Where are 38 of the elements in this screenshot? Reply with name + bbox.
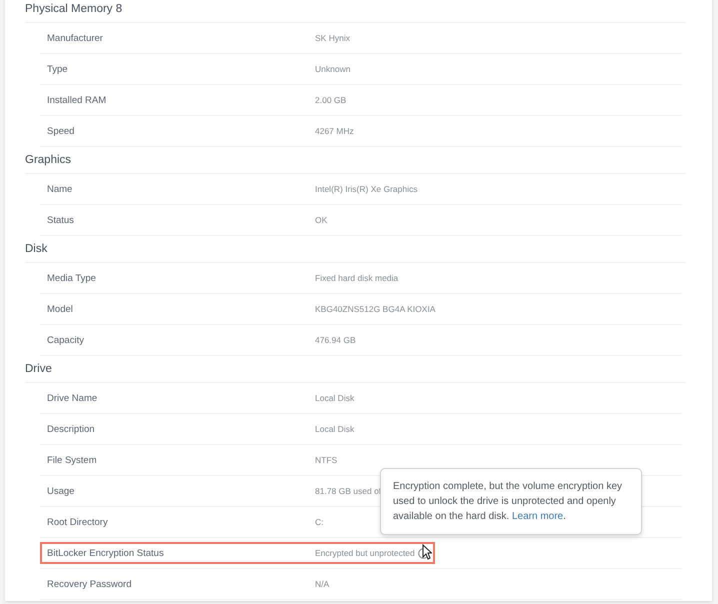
property-label: Status xyxy=(47,214,75,226)
property-label: BitLocker Encryption Status xyxy=(47,548,165,558)
section-title: Graphics xyxy=(25,154,72,166)
property-value: 476.94 GB xyxy=(315,335,356,345)
section-title: Drive xyxy=(25,363,52,375)
property-label: Name xyxy=(47,184,74,194)
property-value: NTFS xyxy=(315,455,338,465)
property-value: Fixed hard disk media xyxy=(315,273,398,283)
property-value: KBG40ZNS512G BG4A KIOXIA xyxy=(315,304,436,314)
property-label: Type xyxy=(47,64,69,74)
property-label: Capacity xyxy=(47,334,85,346)
learn-more-link[interactable]: Learn more xyxy=(512,511,564,522)
property-value: Local Disk xyxy=(315,424,354,434)
property-label: Drive Name xyxy=(47,392,98,404)
property-label: Manufacturer xyxy=(47,32,104,44)
property-label: Model xyxy=(47,304,74,314)
property-value: Encrypted but unprotected xyxy=(315,548,415,558)
property-value: C: xyxy=(315,517,324,527)
cursor-icon xyxy=(422,544,432,560)
property-value: SK Hynix xyxy=(315,33,350,43)
property-value: N/A xyxy=(315,579,330,589)
property-label: Installed RAM xyxy=(47,94,108,106)
property-label: Description xyxy=(47,424,96,434)
property-label: Speed xyxy=(47,126,76,136)
property-value: OK xyxy=(315,215,328,225)
tooltip-text: Encryption complete, but the volume encryption key used to unlock the drive is unprotected and openly available on the hard disk. Learn more. xyxy=(393,480,624,524)
property-value: 4267 MHz xyxy=(315,126,354,136)
property-value: 2.00 GB xyxy=(315,95,346,105)
property-label: Root Directory xyxy=(47,516,109,528)
property-label: Recovery Password xyxy=(47,578,132,590)
section-title: Disk xyxy=(25,243,48,255)
property-value: Local Disk xyxy=(315,393,354,403)
property-value: Unknown xyxy=(315,64,350,74)
property-value: Intel(R) Iris(R) Xe Graphics xyxy=(315,184,418,194)
property-label: File System xyxy=(47,454,98,466)
property-label: Media Type xyxy=(47,272,97,284)
property-label: Usage xyxy=(47,486,76,496)
section-title: Physical Memory 8 xyxy=(25,3,122,15)
